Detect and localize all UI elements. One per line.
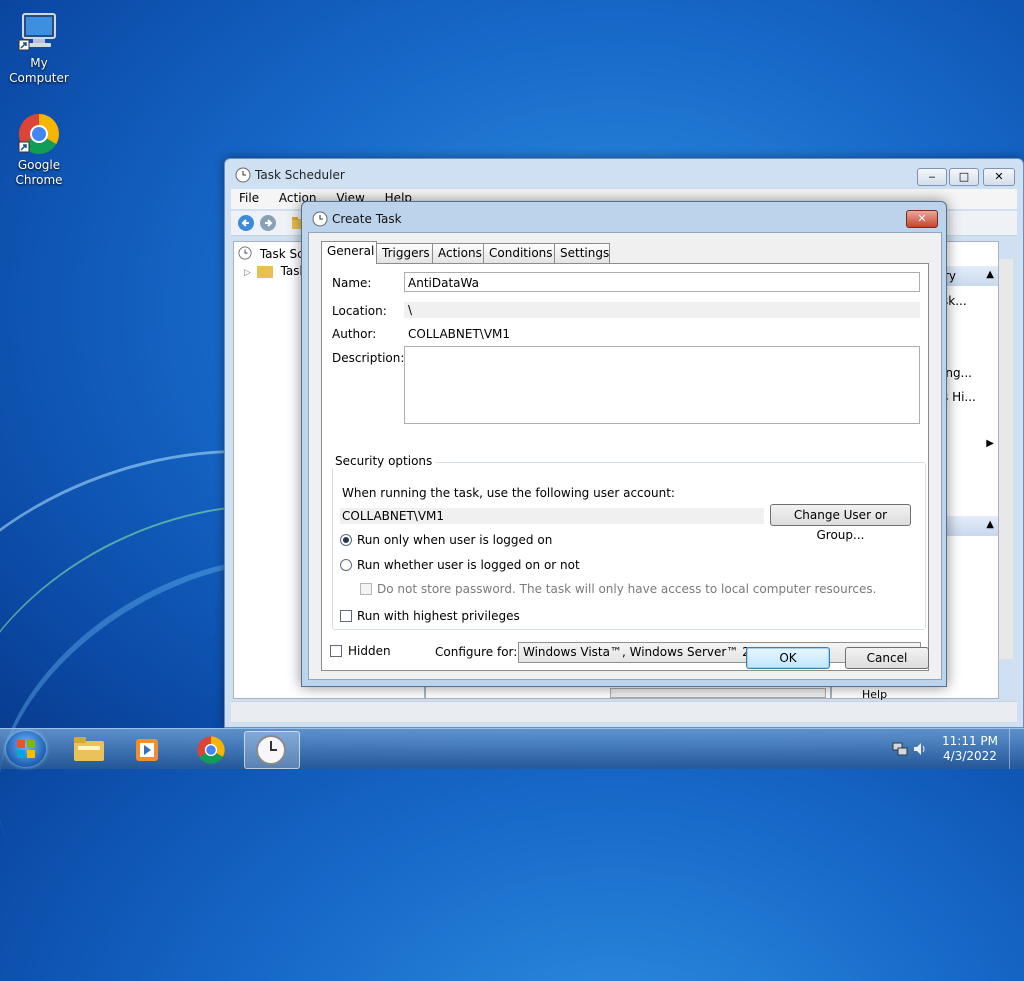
configure-for-value: Windows Vista™, Windows Server™ 2008 — [523, 645, 773, 659]
taskbar-chrome-button[interactable] — [184, 731, 238, 767]
dialog-body: General Triggers Actions Conditions Sett… — [308, 232, 942, 680]
vertical-scrollbar[interactable] — [999, 259, 1013, 659]
location-label: Location: — [332, 304, 387, 318]
tab-settings[interactable]: Settings — [554, 243, 610, 263]
checkbox-hidden[interactable] — [330, 645, 342, 657]
dialog-close-button[interactable]: ✕ — [906, 210, 938, 228]
network-icon[interactable] — [892, 741, 908, 760]
taskbar-media-player-button[interactable] — [120, 731, 174, 767]
start-button[interactable] — [6, 731, 46, 767]
tab-conditions[interactable]: Conditions — [483, 243, 556, 263]
chrome-icon — [196, 735, 226, 768]
name-label: Name: — [332, 276, 372, 290]
action-item-help[interactable]: Help — [862, 688, 887, 701]
forward-icon[interactable] — [259, 214, 277, 235]
checkbox-no-store-password — [360, 583, 372, 595]
media-player-icon — [134, 737, 160, 766]
folder-icon — [256, 265, 273, 278]
system-tray: 11:11 PM 4/3/2022 — [884, 729, 1024, 769]
location-value: \ — [404, 302, 920, 318]
minimize-button[interactable]: ‒ — [917, 168, 947, 186]
clock-date: 4/3/2022 — [943, 749, 997, 763]
taskbar: 11:11 PM 4/3/2022 — [0, 728, 1024, 769]
taskbar-task-scheduler-button[interactable] — [244, 731, 300, 769]
dialog-title: Create Task — [332, 212, 402, 226]
tab-general[interactable]: General — [321, 241, 377, 264]
checkbox-no-store-password-label: Do not store password. The task will onl… — [377, 582, 877, 596]
user-account-value: COLLABNET\VM1 — [340, 508, 764, 524]
clock-icon — [255, 734, 287, 769]
account-prompt: When running the task, use the following… — [342, 486, 675, 500]
action-item[interactable]: s Hi... — [942, 390, 976, 404]
author-value: COLLABNET\VM1 — [408, 327, 511, 341]
folder-icon — [74, 737, 104, 764]
security-options-title: Security options — [332, 454, 436, 468]
change-user-button[interactable]: Change User or Group... — [770, 504, 911, 542]
ok-button[interactable]: OK — [746, 647, 830, 669]
cancel-button[interactable]: Cancel — [845, 647, 929, 669]
menu-file[interactable]: File — [231, 189, 267, 207]
author-label: Author: — [332, 327, 377, 341]
create-task-dialog: Create Task ✕ General Triggers Actions C… — [301, 201, 947, 687]
radio-run-logged-on-label[interactable]: Run only when user is logged on — [357, 533, 552, 547]
desktop-icon-label: Google Chrome — [15, 158, 63, 187]
back-icon[interactable] — [237, 214, 255, 235]
close-button[interactable]: ✕ — [983, 168, 1015, 186]
volume-icon[interactable] — [912, 741, 928, 760]
description-field[interactable] — [404, 346, 920, 424]
horizontal-scrollbar[interactable] — [610, 688, 826, 698]
show-desktop-button[interactable] — [1009, 729, 1024, 769]
taskbar-explorer-button[interactable] — [62, 731, 116, 767]
desktop-icon-my-computer[interactable]: My Computer — [0, 10, 78, 86]
windows-logo-icon — [17, 740, 35, 761]
general-tab-panel: Name: AntiDataWa Location: \ Author: COL… — [321, 263, 929, 671]
desktop-icon-label: My Computer — [9, 56, 69, 85]
configure-for-label: Configure for: — [435, 645, 518, 659]
tab-actions[interactable]: Actions — [432, 243, 485, 263]
maximize-button[interactable]: □ — [949, 168, 979, 186]
name-field[interactable]: AntiDataWa — [404, 272, 920, 292]
expand-arrow-icon[interactable]: ▷ — [244, 268, 251, 278]
tree-item-library[interactable]: ▷ Task — [244, 264, 306, 278]
tab-triggers[interactable]: Triggers — [376, 243, 433, 263]
clock-icon — [312, 211, 328, 230]
radio-run-whether-label[interactable]: Run whether user is logged on or not — [357, 558, 580, 572]
radio-run-logged-on[interactable] — [340, 534, 352, 546]
radio-run-whether[interactable] — [340, 559, 352, 571]
status-bar — [231, 701, 1017, 722]
submenu-arrow-icon[interactable]: ▶ — [986, 438, 994, 449]
window-title: Task Scheduler — [255, 168, 345, 182]
chrome-icon — [17, 112, 61, 156]
description-label: Description: — [332, 351, 405, 365]
checkbox-hidden-label[interactable]: Hidden — [348, 644, 391, 658]
clock[interactable]: 11:11 PM 4/3/2022 — [942, 734, 998, 764]
collapse-arrow-icon[interactable]: ▲ — [986, 519, 994, 530]
clock-icon — [235, 167, 251, 186]
computer-icon — [17, 10, 61, 54]
checkbox-highest-privileges[interactable] — [340, 610, 352, 622]
clock-time: 11:11 PM — [942, 734, 998, 748]
desktop-icon-google-chrome[interactable]: Google Chrome — [0, 112, 78, 188]
collapse-arrow-icon[interactable]: ▲ — [986, 269, 994, 280]
checkbox-highest-privileges-label[interactable]: Run with highest privileges — [357, 609, 520, 623]
clock-icon — [238, 246, 252, 263]
